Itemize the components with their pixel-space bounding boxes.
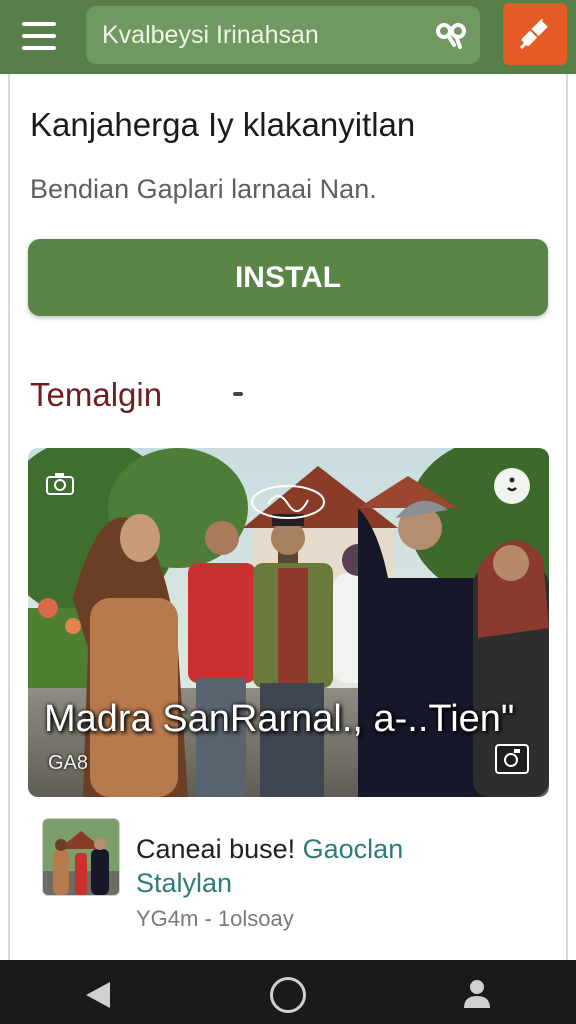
featured-media-card[interactable]: Madra SanRarnal., a-..Tien" GA8 <box>28 448 549 797</box>
search-bar[interactable]: Kvalbeysi Irinahsan <box>86 6 480 64</box>
list-item-title-text: Caneai buse! <box>136 834 296 864</box>
list-item-meta: YG4m - 1olsoay <box>136 906 294 931</box>
list-item-thumbnail[interactable] <box>42 818 120 896</box>
search-input[interactable]: Kvalbeysi Irinahsan <box>102 21 319 50</box>
app-subtitle: Bendian Gaplari larnaai Nan. <box>30 174 377 204</box>
edit-action-button[interactable] <box>503 3 567 65</box>
logo-badge-icon <box>251 485 325 519</box>
person-icon[interactable] <box>462 978 492 1008</box>
app-title: Kanjahergа Iy klakanyitlan <box>30 106 416 143</box>
pen-icon <box>519 18 551 50</box>
camera-icon[interactable] <box>45 472 77 496</box>
top-app-bar: Kvalbeysi Irinahsan <box>0 0 576 74</box>
more-icon[interactable] <box>494 468 530 504</box>
home-circle-icon[interactable] <box>270 977 306 1013</box>
hamburger-menu-icon[interactable] <box>22 22 56 50</box>
list-item-subtitle: Stalylan <box>136 868 233 898</box>
media-caption: Madra SanRarnal., a-..Tien" <box>44 698 515 740</box>
section-title: Temalgin <box>30 376 163 413</box>
back-triangle-icon[interactable] <box>84 980 112 1010</box>
list-item-title[interactable]: Caneai buse! Gaoclan <box>136 834 403 865</box>
section-marker <box>233 392 243 396</box>
media-meta: GA8 <box>48 752 89 774</box>
list-item-title-accent: Gaoclan <box>302 834 404 864</box>
install-button[interactable]: INSTAL <box>28 239 548 316</box>
card-edge-left <box>8 74 10 960</box>
search-icon[interactable] <box>434 20 466 50</box>
camera-icon[interactable] <box>495 744 529 774</box>
card-edge-right <box>566 74 568 960</box>
